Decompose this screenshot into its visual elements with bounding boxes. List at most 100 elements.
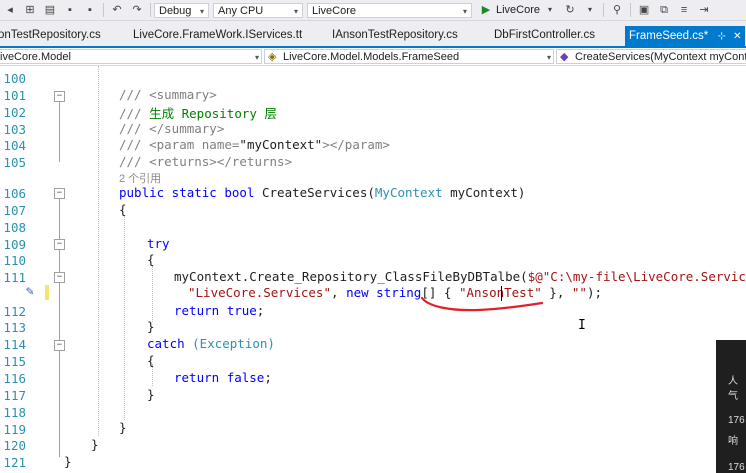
- brace: }: [64, 454, 72, 469]
- refresh-icon[interactable]: ↻: [562, 3, 578, 17]
- indent-guide: [124, 216, 125, 420]
- line-number: 104: [3, 138, 26, 153]
- line-number: 112: [3, 304, 26, 319]
- member-dropdown[interactable]: ◆ CreateServices(MyContext myConte: [556, 49, 746, 64]
- chevron-down-icon: ▾: [546, 53, 551, 62]
- line-number: 120: [3, 438, 26, 453]
- screenshot-icon[interactable]: ▣: [636, 3, 652, 17]
- brace: {: [147, 252, 155, 267]
- reference-count[interactable]: 2 个引用: [119, 173, 161, 185]
- punctuation: ;: [256, 303, 265, 318]
- collapse-toggle-icon[interactable]: −: [54, 239, 65, 250]
- codelens-references[interactable]: 2 个引用: [119, 170, 161, 186]
- align-icon[interactable]: ≡: [676, 3, 692, 17]
- tab-frameseed[interactable]: FrameSeed.cs* ⊹ ✕: [625, 26, 746, 46]
- redo-icon[interactable]: ↷: [129, 3, 145, 17]
- doc-comment: /// <param name=: [119, 137, 240, 152]
- line-number: 116: [3, 371, 26, 386]
- line-number: 115: [3, 354, 26, 369]
- type-dropdown[interactable]: ◈ LiveCore.Model.Models.FrameSeed ▾: [264, 49, 554, 64]
- keyword: public static bool: [119, 185, 262, 200]
- chevron-down-icon[interactable]: ▾: [542, 3, 558, 17]
- code-line-115: {: [147, 353, 155, 368]
- overlay-text: 人气: [728, 376, 738, 402]
- project-dropdown[interactable]: iveCore.Model ▾: [0, 49, 262, 64]
- tab-iansontestrepository[interactable]: IAnsonTestRepository.cs: [332, 25, 458, 45]
- document-tab-strip: onTestRepository.cs LiveCore.FrameWork.I…: [0, 21, 746, 48]
- line-number: 100: [3, 71, 26, 86]
- doc-comment-param: "myContext": [239, 137, 323, 152]
- tab-dbfirstcontroller[interactable]: DbFirstController.cs: [494, 25, 595, 45]
- mouse-ibeam-cursor: I: [578, 318, 586, 333]
- configuration-dropdown[interactable]: Debug ▾: [154, 2, 209, 18]
- code-line-117: }: [147, 387, 155, 402]
- method-icon: ◆: [560, 51, 569, 63]
- keyword: true: [226, 303, 257, 318]
- line-number: 111: [3, 270, 26, 285]
- chevron-down-icon: ▾: [199, 6, 204, 16]
- line-number: 107: [3, 203, 26, 218]
- brace: }: [147, 319, 155, 334]
- tab-frameworks-iservices-tt[interactable]: LiveCore.FrameWork.IServices.tt: [133, 25, 302, 45]
- code-line-111: myContext.Create_Repository_ClassFileByD…: [174, 269, 746, 284]
- brace: {: [147, 353, 155, 368]
- code-editor[interactable]: 100 101 102 103 104 105 106 107 108 109 …: [0, 66, 746, 473]
- collapse-toggle-icon[interactable]: −: [54, 340, 65, 351]
- save-all-icon[interactable]: ▪: [82, 3, 98, 17]
- keyword: new string: [346, 285, 422, 300]
- quick-actions-screwdriver-icon[interactable]: ✎: [26, 284, 34, 299]
- platform-dropdown[interactable]: Any CPU ▾: [213, 2, 303, 18]
- start-debug-label[interactable]: LiveCore: [496, 4, 540, 16]
- chevron-down-icon[interactable]: ▾: [582, 3, 598, 17]
- tab-label: DbFirstController.cs: [494, 29, 595, 41]
- save-icon[interactable]: ▪: [62, 3, 78, 17]
- close-tab-icon[interactable]: ✕: [733, 31, 741, 42]
- type-name: MyContext: [374, 185, 443, 200]
- overlay-text: 176: [728, 415, 745, 426]
- parameter: myContext): [442, 185, 526, 200]
- doc-comment: ></param>: [322, 137, 390, 152]
- startup-project-dropdown[interactable]: LiveCore ▾: [307, 2, 472, 18]
- start-debug-icon[interactable]: ▶: [478, 3, 494, 17]
- code-line-116: return false;: [174, 370, 272, 385]
- tab-label: onTestRepository.cs: [0, 29, 101, 41]
- brace: }: [119, 420, 127, 435]
- chevron-down-icon: ▾: [462, 6, 467, 16]
- navigate-back-icon[interactable]: ◂: [2, 3, 18, 17]
- indent-icon[interactable]: ⇥: [696, 3, 712, 17]
- collapse-toggle-icon[interactable]: −: [54, 91, 65, 102]
- doc-comment: /// </summary>: [119, 121, 225, 136]
- code-line-103: /// </summary>: [119, 121, 224, 136]
- brace: }: [91, 437, 99, 452]
- tab-label: IAnsonTestRepository.cs: [332, 29, 458, 41]
- unsaved-change-marker: [45, 285, 49, 300]
- line-number: 118: [3, 405, 26, 420]
- tab-ontestrepository[interactable]: onTestRepository.cs: [0, 25, 101, 45]
- collapse-toggle-icon[interactable]: −: [54, 188, 65, 199]
- punctuation: ,: [331, 285, 347, 300]
- code-line-113: }: [147, 319, 155, 334]
- configuration-value: Debug: [159, 4, 192, 17]
- code-line-106: public static bool CreateServices(MyCont…: [119, 185, 525, 200]
- platform-value: Any CPU: [218, 4, 264, 17]
- class-icon: ◈: [268, 51, 277, 63]
- browser-link-icon[interactable]: ⚲: [609, 3, 625, 17]
- string-literal: "LiveCore.Services": [188, 285, 331, 300]
- undo-icon[interactable]: ↶: [109, 3, 125, 17]
- doc-comment: ///: [119, 106, 150, 121]
- string-literal: "": [571, 285, 587, 300]
- fold-region-line: [59, 351, 60, 395]
- line-number: 101: [3, 88, 26, 103]
- collapse-toggle-icon[interactable]: −: [54, 272, 65, 283]
- fold-region-line: [59, 199, 60, 457]
- line-number: 119: [3, 422, 26, 437]
- tab-label: FrameSeed.cs*: [629, 30, 709, 42]
- indent-guide: [98, 66, 99, 436]
- overlay-text: 响: [728, 436, 738, 447]
- pin-tab-icon[interactable]: ⊹: [717, 31, 725, 42]
- new-project-icon[interactable]: ⊞: [22, 3, 38, 17]
- line-number: 109: [3, 237, 26, 252]
- open-file-icon[interactable]: ▤: [42, 3, 58, 17]
- member-dropdown-value: CreateServices(MyContext myConte: [575, 51, 746, 63]
- bookmark-icon[interactable]: ⧉: [656, 3, 672, 17]
